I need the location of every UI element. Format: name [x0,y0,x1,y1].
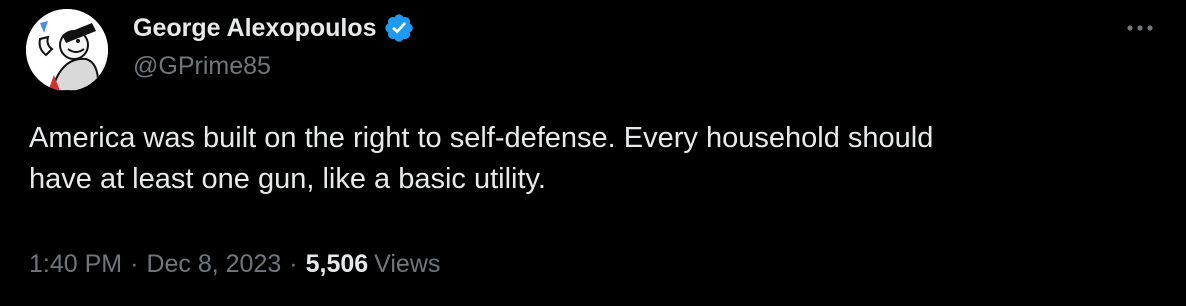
tweet-card: George Alexopoulos @GPrime85 America was… [0,0,1186,306]
avatar-image [26,9,108,91]
tweet-text: America was built on the right to self-d… [29,118,1149,200]
author-handle[interactable]: @GPrime85 [133,52,271,81]
meta-separator: · [289,249,298,278]
tweet-text-line: have at least one gun, like a basic util… [29,163,546,195]
meta-separator: · [130,249,139,278]
more-horizontal-icon[interactable] [1122,16,1158,40]
verified-badge-icon[interactable] [383,12,415,44]
views-count[interactable]: 5,506 [306,250,369,279]
tweet-date[interactable]: Dec 8, 2023 [146,250,281,279]
author-name-row: George Alexopoulos [133,10,415,46]
author-display-name[interactable]: George Alexopoulos [133,14,377,43]
tweet-meta: 1:40 PM · Dec 8, 2023 · 5,506 Views [29,246,440,282]
tweet-time[interactable]: 1:40 PM [29,250,122,279]
views-label[interactable]: Views [374,250,440,279]
tweet-text-line: America was built on the right to self-d… [29,122,934,154]
avatar[interactable] [26,9,108,91]
